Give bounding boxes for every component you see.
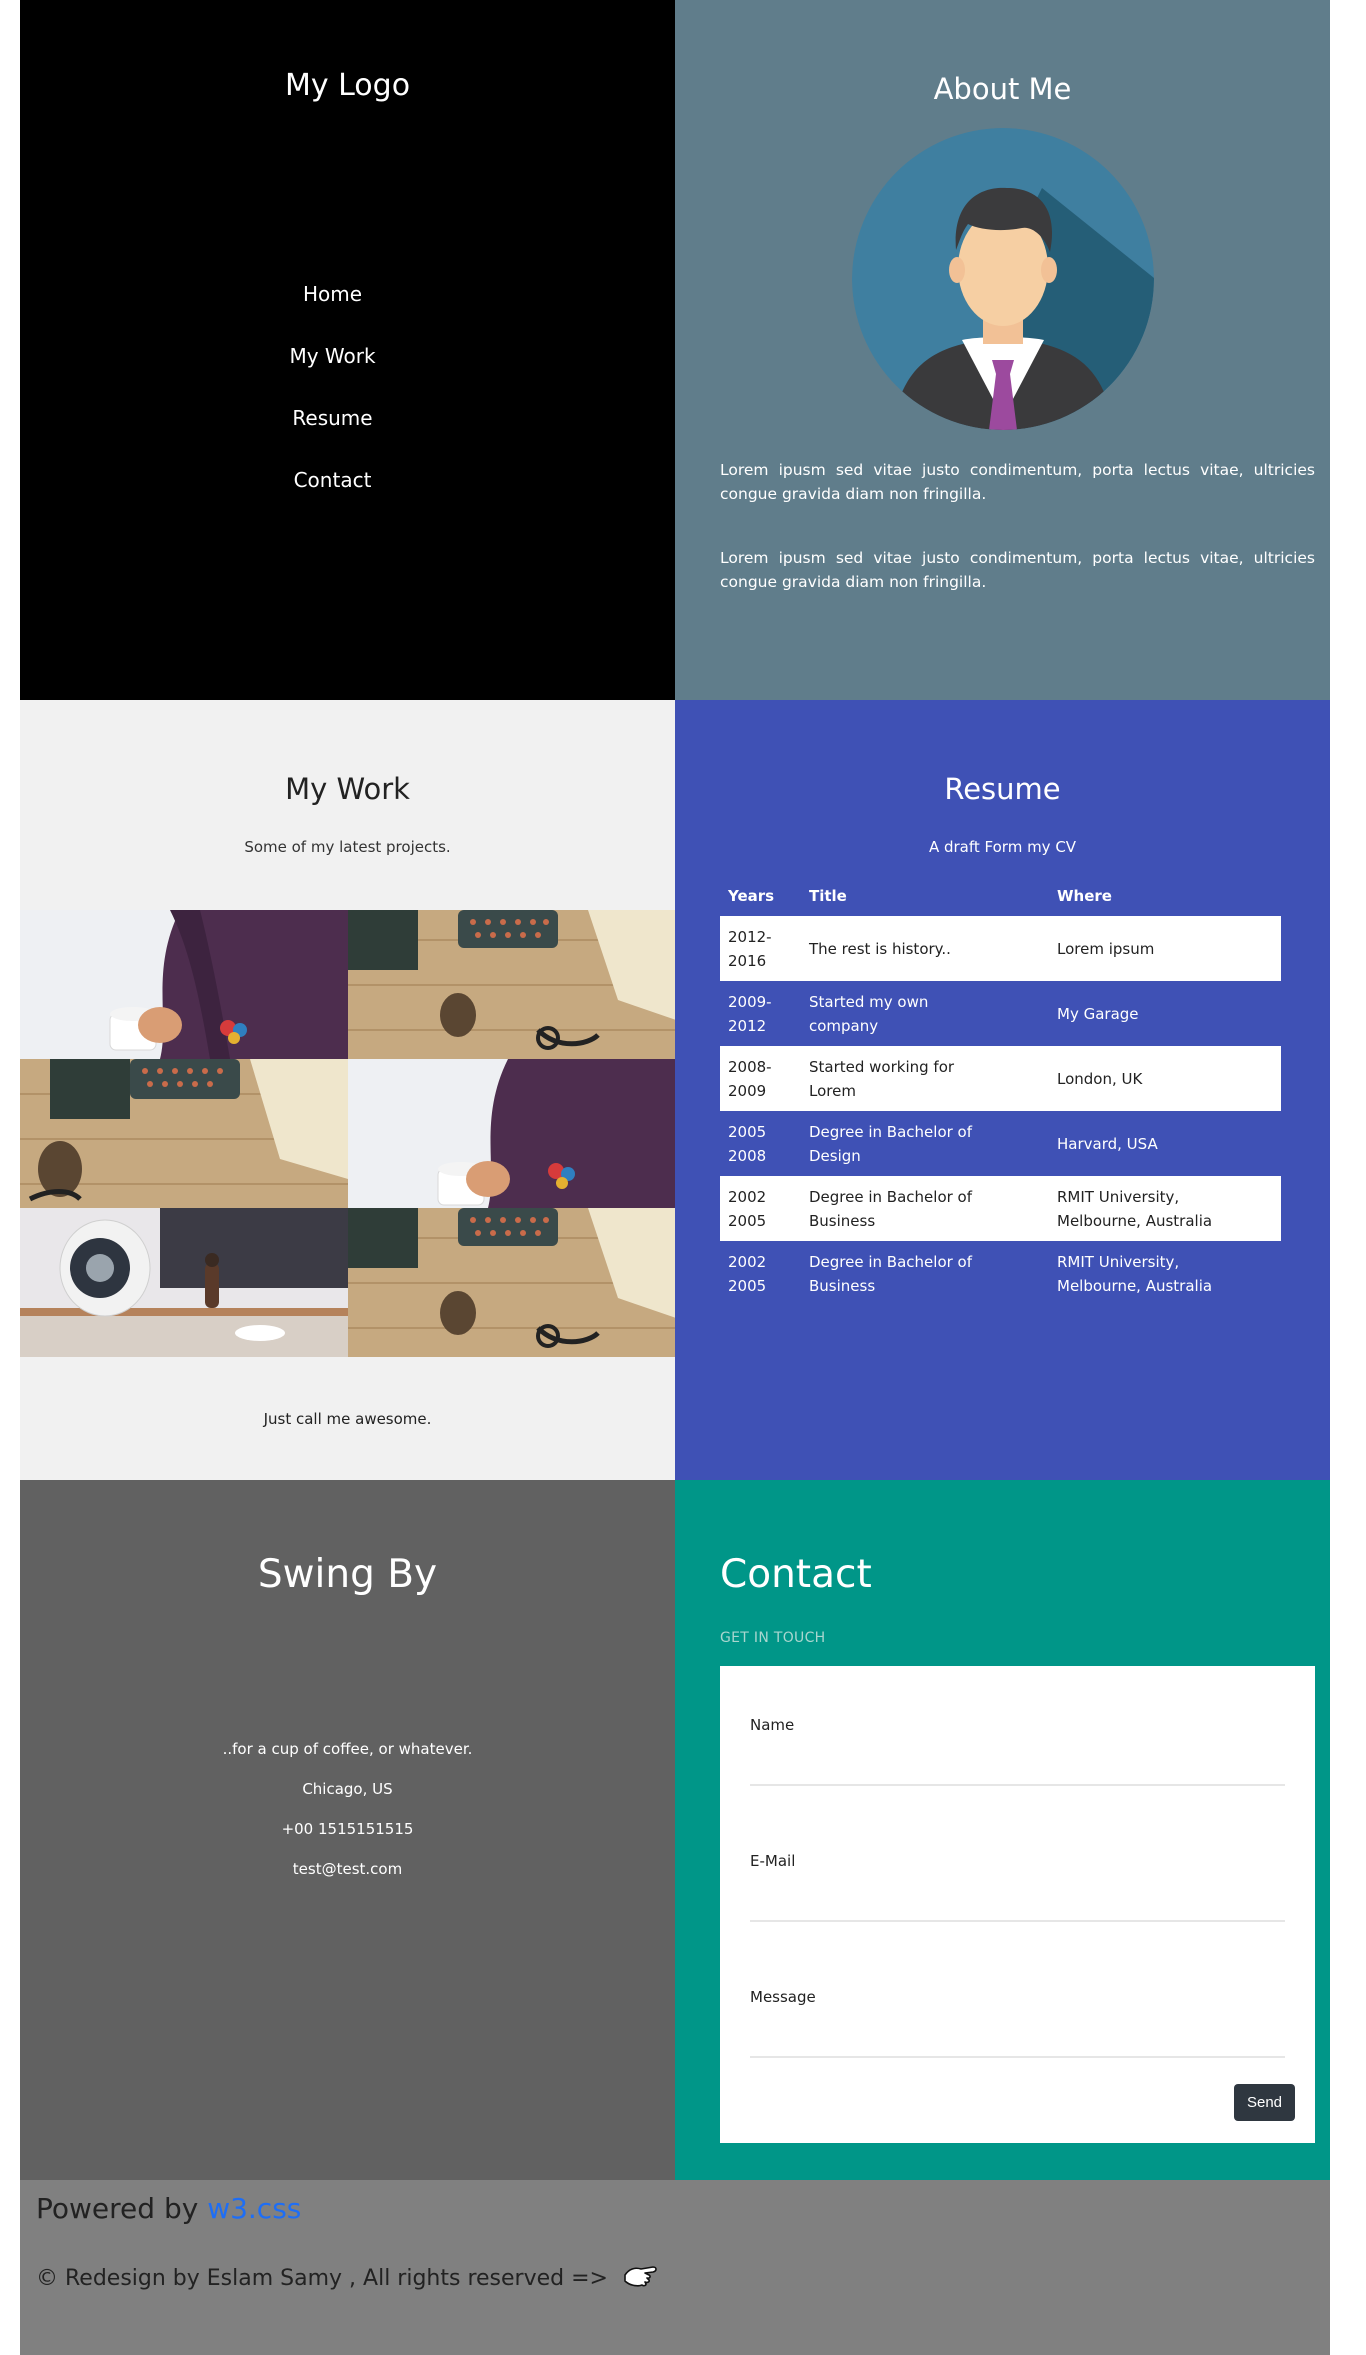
powered-by-prefix: Powered by xyxy=(36,2192,208,2225)
resume-cell-title: Degree in Bachelor of Business xyxy=(809,1187,973,1230)
header-years: Years xyxy=(728,887,775,905)
swing-by-title: Swing By xyxy=(257,1552,438,1597)
project-tile-coffee-vest[interactable] xyxy=(20,910,348,1059)
nav-item-home[interactable]: Home xyxy=(5,278,660,340)
work-footer-text: Just call me awesome. xyxy=(263,1410,432,1428)
resume-cell-title: Degree in Bachelor of Business xyxy=(809,1252,973,1295)
message-underline xyxy=(750,2056,1285,2058)
swing-by-phone: +00 1515151515 xyxy=(281,1820,414,1838)
about-paragraph: Lorem ipusm sed vitae justo condimentum,… xyxy=(720,549,1315,591)
send-button[interactable]: Send xyxy=(1234,2084,1295,2121)
powered-by: Powered by w3.css xyxy=(36,2192,301,2225)
resume-table-header: Years Title Where xyxy=(720,876,1281,916)
email-field[interactable] xyxy=(750,1886,1285,1916)
project-tile-typewriter[interactable] xyxy=(347,1208,675,1357)
resume-cell-years: 2009- 2012 xyxy=(728,992,772,1035)
header-where: Where xyxy=(1057,887,1112,905)
copyright-text: © Redesign by Eslam Samy , All rights re… xyxy=(36,2266,608,2291)
resume-cell-years: 2012- 2016 xyxy=(728,927,772,970)
message-field[interactable] xyxy=(750,2022,1285,2052)
resume-cell-where: My Garage xyxy=(1057,1004,1139,1023)
resume-table: Years Title Where 2012- 2016 The rest is… xyxy=(720,876,1281,1306)
w3css-link[interactable]: w3.css xyxy=(207,2192,301,2225)
name-label: Name xyxy=(750,1716,795,1734)
pointing-hand-icon xyxy=(623,2263,659,2295)
email-label: E-Mail xyxy=(750,1852,796,1870)
contact-section: Contact GET IN TOUCH Name E-Mail Message… xyxy=(675,1480,1330,2180)
resume-cell-years: 2002 2005 xyxy=(728,1187,767,1230)
project-tile-typewriter[interactable] xyxy=(20,1059,348,1208)
person-avatar-icon xyxy=(852,128,1154,430)
resume-cell-years: 2002 2005 xyxy=(728,1252,767,1295)
resume-row: 2002 2005 Degree in Bachelor of Business R… xyxy=(720,1176,1281,1241)
resume-row: 2009- 2012 Started my own company My Garag… xyxy=(720,981,1281,1046)
contact-tagline: GET IN TOUCH xyxy=(720,1630,826,1646)
about-section: About Me Lorem ipusm sed vitae justo con… xyxy=(675,0,1330,700)
nav-item-my-work[interactable]: My Work xyxy=(5,340,660,402)
resume-cell-where: Lorem ipsum xyxy=(1057,939,1155,958)
swing-by-section: Swing By ..for a cup of coffee, or whate… xyxy=(20,1480,675,2180)
nav-item-contact[interactable]: Contact xyxy=(5,464,660,526)
resume-row: 2002 2005 Degree in Bachelor of Business R… xyxy=(720,1241,1281,1306)
resume-cell-years: 2008- 2009 xyxy=(728,1057,772,1100)
sidebar: My Logo Home My Work Resume Contact xyxy=(20,0,675,700)
avatar xyxy=(852,128,1154,430)
main-nav: Home My Work Resume Contact xyxy=(20,278,675,526)
work-title: My Work xyxy=(285,772,410,806)
contact-form: Name E-Mail Message Send xyxy=(720,1666,1315,2143)
name-underline xyxy=(750,1784,1285,1786)
resume-cell-title: The rest is history.. xyxy=(809,939,951,958)
resume-row: 2005 2008 Degree in Bachelor of Design Har… xyxy=(720,1111,1281,1176)
copyright: © Redesign by Eslam Samy , All rights re… xyxy=(36,2263,659,2295)
project-tile-speaker-desk[interactable] xyxy=(20,1208,348,1357)
swing-by-location: Chicago, US xyxy=(302,1780,393,1798)
resume-cell-where: Harvard, USA xyxy=(1057,1134,1158,1153)
resume-cell-where: London, UK xyxy=(1057,1069,1143,1088)
project-tile-typewriter[interactable] xyxy=(347,910,675,1059)
resume-subtitle: A draft Form my CV xyxy=(928,838,1077,856)
project-gallery xyxy=(20,910,675,1357)
page: My Logo Home My Work Resume Contact Abou… xyxy=(20,0,1330,2355)
header-title: Title xyxy=(809,887,847,905)
name-field[interactable] xyxy=(750,1750,1285,1780)
about-paragraph: Lorem ipusm sed vitae justo condimentum,… xyxy=(720,461,1315,503)
nav-item-resume[interactable]: Resume xyxy=(5,402,660,464)
resume-row: 2008- 2009 Started working for Lorem Londo… xyxy=(720,1046,1281,1111)
work-subtitle: Some of my latest projects. xyxy=(244,838,451,856)
message-label: Message xyxy=(750,1988,816,2006)
footer: Powered by w3.css © Redesign by Eslam Sa… xyxy=(20,2180,1330,2355)
swing-by-email: test@test.com xyxy=(292,1860,403,1878)
logo[interactable]: My Logo xyxy=(20,68,675,103)
resume-cell-title: Started my own company xyxy=(809,992,929,1035)
about-title: About Me xyxy=(933,72,1072,106)
resume-cell-title: Degree in Bachelor of Design xyxy=(809,1122,973,1165)
resume-cell-years: 2005 2008 xyxy=(728,1122,767,1165)
resume-cell-title: Started working for Lorem xyxy=(809,1057,955,1100)
resume-cell-where: RMIT University, Melbourne, Australia xyxy=(1057,1187,1213,1230)
work-section: My Work Some of my latest projects. Just… xyxy=(20,700,675,1480)
resume-title: Resume xyxy=(944,772,1061,806)
email-underline xyxy=(750,1920,1285,1922)
swing-by-tagline: ..for a cup of coffee, or whatever. xyxy=(222,1740,473,1758)
contact-title: Contact xyxy=(720,1552,872,1597)
project-tile-coffee-vest[interactable] xyxy=(347,1059,675,1208)
resume-cell-where: RMIT University, Melbourne, Australia xyxy=(1057,1252,1213,1295)
resume-section: Resume A draft Form my CV Years Title Wh… xyxy=(675,700,1330,1480)
resume-row: 2012- 2016 The rest is history.. Lorem i… xyxy=(720,916,1281,981)
